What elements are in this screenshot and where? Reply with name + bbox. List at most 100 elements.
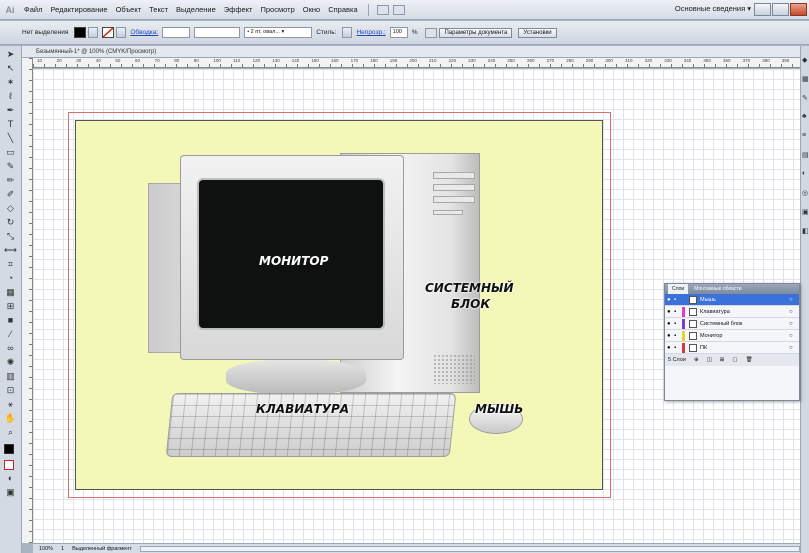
swatches-panel-icon[interactable]: ▦ (802, 75, 809, 84)
layer-row[interactable]: ● ▪ Системный блок ○ (665, 318, 799, 330)
stroke-weight-field[interactable] (162, 27, 191, 38)
lock-toggle-icon[interactable]: ▪ (674, 321, 682, 327)
rotate-tool-icon[interactable]: ↻ (3, 217, 19, 228)
variable-width-profile[interactable] (194, 27, 241, 38)
eraser-tool-icon[interactable]: ◇ (3, 203, 19, 214)
menu-type[interactable]: Текст (145, 5, 172, 14)
layer-row[interactable]: ● ▪ Монитор ○ (665, 330, 799, 342)
menu-view[interactable]: Просмотр (257, 5, 299, 14)
lock-toggle-icon[interactable]: ▪ (674, 309, 682, 315)
menu-file[interactable]: Файл (20, 5, 46, 14)
menu-effect[interactable]: Эффект (220, 5, 257, 14)
zoom-level[interactable]: 100% (39, 544, 53, 553)
slice-tool-icon[interactable]: ⚹ (3, 399, 19, 410)
width-tool-icon[interactable]: ⟷ (3, 245, 19, 256)
layer-name[interactable]: Системный блок (700, 321, 789, 327)
bridge-button[interactable] (376, 4, 389, 15)
new-sublayer-icon[interactable]: ⊞ (720, 357, 725, 363)
pencil-tool-icon[interactable]: ✏ (3, 175, 19, 186)
new-layer-icon[interactable]: ▢ (732, 357, 737, 363)
layer-name[interactable]: Монитор (700, 333, 789, 339)
artboard[interactable]: МОНИТОР СИСТЕМНЫЙ БЛОК КЛАВИАТУРА МЫШЬ (75, 120, 603, 490)
symbol-sprayer-tool-icon[interactable]: ✺ (3, 357, 19, 368)
paintbrush-tool-icon[interactable]: ✎ (3, 161, 19, 172)
maximize-icon[interactable] (772, 3, 789, 16)
brushes-panel-icon[interactable]: ✎ (802, 94, 809, 103)
tab-layers[interactable]: Слои (668, 284, 689, 294)
free-transform-tool-icon[interactable]: ⌗ (3, 259, 19, 270)
layer-name[interactable]: Мышь (700, 297, 789, 303)
drawing-mode-icon[interactable]: ◐ (3, 473, 19, 484)
zoom-tool-icon[interactable]: ⌕ (3, 427, 19, 438)
recolor-artwork-icon[interactable] (425, 27, 438, 38)
brush-definition[interactable]: • 2 пт. овал... ▾ (244, 27, 313, 38)
blob-brush-tool-icon[interactable]: ✐ (3, 189, 19, 200)
lock-toggle-icon[interactable]: ▪ (674, 345, 682, 351)
pen-tool-icon[interactable]: ✒ (3, 105, 19, 116)
lasso-tool-icon[interactable]: ℓ (3, 91, 19, 102)
type-tool-icon[interactable]: T (3, 119, 19, 130)
lock-toggle-icon[interactable]: ▪ (674, 297, 682, 303)
menu-help[interactable]: Справка (324, 5, 361, 14)
visibility-eye-icon[interactable]: ● (667, 321, 674, 327)
gradient-tool-icon[interactable]: ■ (3, 315, 19, 326)
target-circle-icon[interactable]: ○ (789, 333, 799, 339)
keyboard-label[interactable]: КЛАВИАТУРА (256, 402, 349, 416)
document-setup-button[interactable]: Параметры документа (439, 27, 513, 38)
arrange-documents-button[interactable] (392, 4, 405, 15)
stroke-swatch[interactable] (102, 27, 115, 38)
vertical-ruler[interactable] (22, 58, 33, 543)
layers-panel-icon[interactable]: ◧ (802, 227, 809, 236)
tab-artboards[interactable]: Монтажные области (694, 286, 741, 292)
stroke-color-icon[interactable] (4, 460, 14, 470)
screen-mode-icon[interactable]: ▣ (3, 487, 19, 498)
layer-name[interactable]: Клавиатура (700, 309, 789, 315)
close-icon[interactable] (790, 3, 807, 16)
layer-row[interactable]: ● ▪ Клавиатура ○ (665, 306, 799, 318)
preferences-button[interactable]: Установки (518, 27, 557, 38)
opacity-link[interactable]: Непрозр.: (356, 29, 385, 36)
artboard-number[interactable]: 1 (61, 544, 64, 553)
symbols-panel-icon[interactable]: ♣ (802, 113, 809, 122)
system-unit-label-line2[interactable]: БЛОК (451, 297, 490, 311)
rectangle-tool-icon[interactable]: ▭ (3, 147, 19, 158)
menu-window[interactable]: Окно (299, 5, 324, 14)
direct-selection-tool-icon[interactable]: ↖ (3, 63, 19, 74)
minimize-icon[interactable] (754, 3, 771, 16)
opacity-field[interactable]: 100 (389, 27, 408, 38)
make-clipping-mask-icon[interactable]: ◫ (707, 357, 712, 363)
status-text[interactable]: Выделенный фрагмент (72, 544, 132, 553)
document-tab[interactable]: Безымянный-1* @ 100% (CMYK/Просмотр) (22, 46, 800, 58)
target-circle-icon[interactable]: ○ (789, 297, 799, 303)
shape-builder-tool-icon[interactable]: ◔ (3, 273, 19, 284)
transparency-panel-icon[interactable]: ◐ (802, 170, 809, 179)
selection-tool-icon[interactable]: ➤ (3, 49, 19, 60)
menu-object[interactable]: Объект (112, 5, 146, 14)
locate-object-icon[interactable]: ⊕ (694, 357, 699, 363)
artboard-tool-icon[interactable]: ⊡ (3, 385, 19, 396)
mouse-label[interactable]: МЫШЬ (475, 402, 523, 416)
monitor-label[interactable]: МОНИТОР (259, 254, 328, 268)
column-graph-tool-icon[interactable]: ▥ (3, 371, 19, 382)
line-tool-icon[interactable]: ╲ (3, 133, 19, 144)
perspective-grid-tool-icon[interactable]: ▦ (3, 287, 19, 298)
layer-name[interactable]: ПК (700, 345, 789, 351)
target-circle-icon[interactable]: ○ (789, 321, 799, 327)
scale-tool-icon[interactable]: ⤡ (3, 231, 19, 242)
visibility-eye-icon[interactable]: ● (667, 297, 674, 303)
layer-row[interactable]: ● ▪ ПК ○ (665, 342, 799, 354)
visibility-eye-icon[interactable]: ● (667, 309, 674, 315)
menu-edit[interactable]: Редактирование (46, 5, 111, 14)
style-dropdown-icon[interactable] (342, 27, 353, 38)
appearance-panel-icon[interactable]: ◎ (802, 189, 809, 198)
hand-tool-icon[interactable]: ✋ (3, 413, 19, 424)
delete-layer-icon[interactable]: 🗑 (746, 357, 753, 363)
gradient-panel-icon[interactable]: ▤ (802, 151, 809, 160)
stroke-panel-icon[interactable]: ≡ (802, 132, 809, 141)
workspace-switcher[interactable]: Основные сведения ▾ (675, 4, 751, 13)
magic-wand-tool-icon[interactable]: ✶ (3, 77, 19, 88)
system-unit-label-line1[interactable]: СИСТЕМНЫЙ (425, 281, 514, 295)
eyedropper-tool-icon[interactable]: ⁄ (3, 329, 19, 340)
target-circle-icon[interactable]: ○ (789, 345, 799, 351)
fill-swatch[interactable] (74, 27, 87, 38)
